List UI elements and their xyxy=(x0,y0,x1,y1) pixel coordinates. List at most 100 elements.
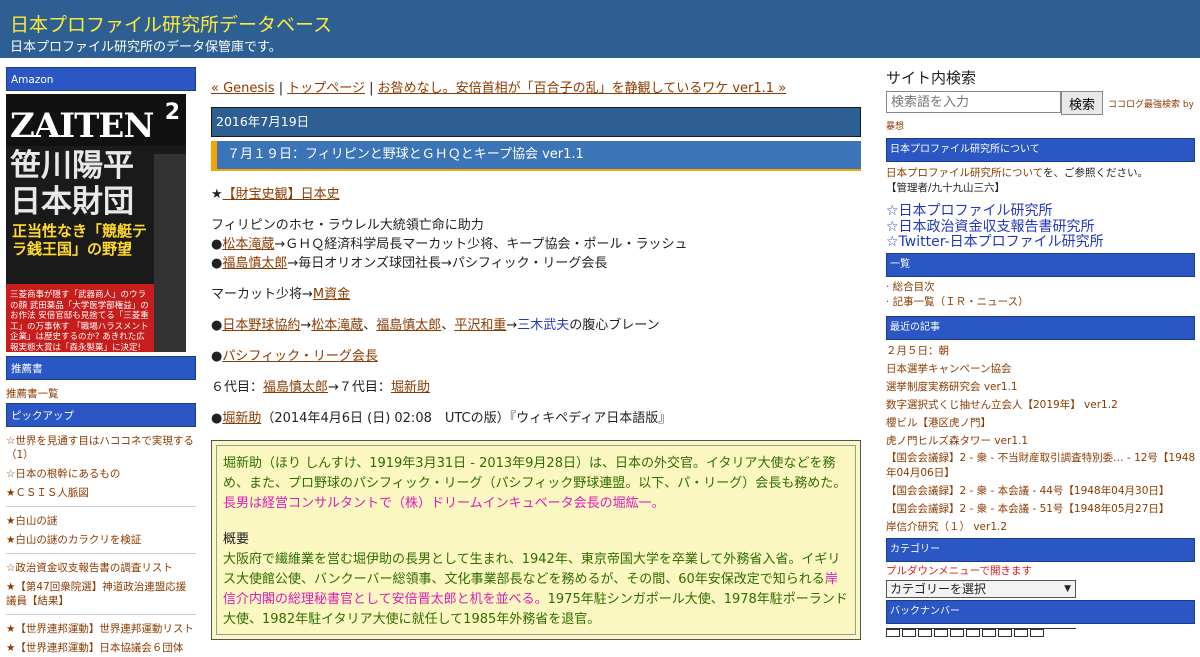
backnumber-heading: バックナンバー xyxy=(886,599,1195,624)
baseball-agreement-link[interactable]: 日本野球協約 xyxy=(222,318,300,333)
post-line: フィリピンのホセ・ラウレル大統領亡命に助力 ● 松本滝蔵→ＧＨＱ経済科学局長マーカ… xyxy=(211,216,861,273)
quote-body: 堀新助（ほり しんすけ、1919年3月31日 - 2013年9月28日）は、日本… xyxy=(216,445,856,635)
post-line: ●日本野球協約→松本滝蔵、福島慎太郎、平沢和重→三木武夫の腹心ブレーン xyxy=(211,316,861,335)
profile-link[interactable]: ☆Twitter-日本プロファイル研究所 xyxy=(886,234,1104,250)
star-mark: ★ xyxy=(211,187,223,202)
pickup-group-1: ☆世界を見通す目はハココネで実現する（1） ☆日本の根幹にあるもの ★ＣＳＩＳ人… xyxy=(6,431,196,502)
post-text: →ＧＨＱ経済科学局長マーカット少将、キープ協会・ポール・ラッシュ xyxy=(274,237,688,252)
post-text: フィリピンのホセ・ラウレル大統領亡命に助力 xyxy=(211,218,484,233)
pickup-item[interactable]: ☆政治資金収支報告書の調査リスト xyxy=(6,558,196,577)
profile-link[interactable]: ☆日本政治資金収支報告書研究所 xyxy=(886,219,1095,235)
search-powered-by[interactable]: ココログ最強検索 by xyxy=(1108,97,1194,110)
pickup-group-4: ★【世界連邦運動】世界連邦運動リスト ★【世界連邦運動】日本協議会６団体 xyxy=(6,619,196,657)
recent-heading: 最近の記事 xyxy=(886,315,1195,340)
profile-link[interactable]: ☆日本プロファイル研究所 xyxy=(886,203,1053,219)
search-input[interactable] xyxy=(886,91,1061,113)
pager-separator: | xyxy=(274,81,288,96)
pickup-item[interactable]: ☆日本の根幹にあるもの xyxy=(6,464,196,483)
category-select-value: カテゴリーを選択 xyxy=(890,581,987,596)
recommend-link[interactable]: 推薦書一覧 xyxy=(6,384,196,403)
recent-item[interactable]: 【国会会議録】2 - 衆 - 本会議 - 51号【1948年05月27日】 xyxy=(886,500,1196,518)
post-line: ★【財宝史観】日本史 xyxy=(211,185,861,204)
site-title[interactable]: 日本プロファイル研究所データベース xyxy=(10,10,332,37)
bullet: ● xyxy=(211,411,223,426)
recent-item[interactable]: 櫻ビル【港区虎ノ門】 xyxy=(886,414,1196,432)
bullet: ● xyxy=(211,318,223,333)
person-link[interactable]: 堀新助 xyxy=(222,411,261,426)
divider xyxy=(6,553,196,554)
ad-issue-number: 2 xyxy=(164,100,180,125)
pickup-item[interactable]: ★【世界連邦運動】世界連邦運動リスト xyxy=(6,619,196,638)
top-page-link[interactable]: トップページ xyxy=(287,81,365,96)
site-description: 日本プロファイル研究所のデータ保管庫です。 xyxy=(10,40,282,55)
site-header: 日本プロファイル研究所データベース 日本プロファイル研究所のデータ保管庫です。 xyxy=(0,0,1200,58)
ad-logo: ZAITEN xyxy=(10,106,154,146)
pickup-heading: ピックアップ xyxy=(6,403,196,427)
post-text: →毎日オリオンズ球団社長→パシフィック・リーグ会長 xyxy=(287,256,608,271)
recent-item[interactable]: 【国会会議録】2 - 衆 - 不当財産取引調査特別委… - 12号【1948年0… xyxy=(886,450,1196,482)
recent-posts: ２月５日：朝 日本選挙キャンペーン協会 選挙制度実務研究会 ver1.1 数字選… xyxy=(886,342,1196,536)
about-rest: を、ご参照ください。 xyxy=(1042,167,1148,179)
comma: 、 xyxy=(441,318,455,333)
pickup-item[interactable]: ★白山の謎のカラクリを検証 xyxy=(6,530,196,549)
index-item[interactable]: · 記事一覧（ＩＲ・ニュース） xyxy=(886,295,1196,310)
person-link[interactable]: 堀新助 xyxy=(391,380,430,395)
ad-small-text: 三菱商事が隠す「武器商人」のウラの顔 武田薬品「大学医学部権益」のお作法 安倍官… xyxy=(10,290,149,352)
league-chair-link[interactable]: パシフィック・リーグ会長 xyxy=(222,349,377,364)
divider xyxy=(6,614,196,615)
post-date: 2016年7月19日 xyxy=(211,107,861,137)
post-text: →７代目： xyxy=(328,380,391,395)
post-line: ●パシフィック・リーグ会長 xyxy=(211,347,861,366)
person-link[interactable]: 松本滝蔵 xyxy=(222,237,274,252)
next-post-link[interactable]: お咎めなし。安倍首相が「百合子の乱」を静観しているワケ ver1.1 » xyxy=(378,81,787,96)
index-list: · 総合目次 · 記事一覧（ＩＲ・ニュース） xyxy=(886,280,1196,310)
post-line: ６代目：福島慎太郎→７代目：堀新助 xyxy=(211,378,861,397)
person-link[interactable]: 福島慎太郎 xyxy=(263,380,328,395)
post-title[interactable]: ７月１９日：フィリピンと野球とＧＨＱとキープ協会 ver1.1 xyxy=(211,141,861,171)
quote-heading: 概要 xyxy=(223,532,250,547)
recent-item[interactable]: 岸信介研究（１） ver1.2 xyxy=(886,518,1196,536)
pickup-item[interactable]: ☆世界を見通す目はハココネで実現する（1） xyxy=(6,431,196,464)
about-link[interactable]: 日本プロファイル研究所について xyxy=(886,167,1043,179)
category-heading: カテゴリー xyxy=(886,537,1195,562)
m-fund-link[interactable]: M資金 xyxy=(313,287,350,302)
post-text-line: ●福島慎太郎→毎日オリオンズ球団社長→パシフィック・リーグ会長 xyxy=(211,254,861,273)
recent-item[interactable]: 【国会会議録】2 - 衆 - 本会議 - 44号【1948年04月30日】 xyxy=(886,482,1196,500)
ad-side-panel xyxy=(154,154,186,352)
person-link[interactable]: 福島慎太郎 xyxy=(222,256,287,271)
post-text: マーカット少将→ xyxy=(211,287,313,302)
bullet: ● xyxy=(211,256,223,271)
index-item[interactable]: · 総合目次 xyxy=(886,280,1196,295)
category-select[interactable]: カテゴリーを選択 ▼ xyxy=(886,579,1076,598)
recent-item[interactable]: 選挙制度実務研究会 ver1.1 xyxy=(886,378,1196,396)
prev-post-link[interactable]: « Genesis xyxy=(211,81,275,96)
arrow: → xyxy=(300,318,312,333)
pickup-item[interactable]: ★【第47回衆院選】神道政治連盟応援議員【結果】 xyxy=(6,577,196,610)
post-text: の腹心ブレーン xyxy=(569,318,660,333)
search-powered-by-name[interactable]: 暴想 xyxy=(886,119,1196,132)
search-title: サイト内検索 xyxy=(886,69,977,87)
backnumber-calendar xyxy=(886,627,1076,637)
pickup-item[interactable]: ★【世界連邦運動】日本協議会６団体 xyxy=(6,638,196,657)
bullet: ● xyxy=(211,349,223,364)
recent-item[interactable]: ２月５日：朝 xyxy=(886,342,1196,360)
post-line: ●堀新助（2014年4月6日 (日) 02:08 UTCの版）『ウィキペディア日… xyxy=(211,409,861,428)
person-link[interactable]: 平沢和重 xyxy=(454,318,506,333)
amazon-ad-image[interactable]: ZAITEN 2 笹川陽平 日本財団 正当性なき「競艇テラ銭王国」の野望 三菱商… xyxy=(6,94,186,352)
recent-item[interactable]: 日本選挙キャンペーン協会 xyxy=(886,360,1196,378)
about-heading: 日本プロファイル研究所について xyxy=(886,138,1195,162)
pickup-item[interactable]: ★ＣＳＩＳ人脈図 xyxy=(6,483,196,502)
post-line: マーカット少将→M資金 xyxy=(211,285,861,304)
person-link[interactable]: 福島慎太郎 xyxy=(376,318,441,333)
divider xyxy=(6,506,196,507)
recent-item[interactable]: 数字選択式くじ抽せん立会人【2019年】 ver1.2 xyxy=(886,396,1196,414)
history-link[interactable]: 【財宝史観】日本史 xyxy=(223,187,340,202)
quote-text: 大阪府で繊維業を営む堀伊助の長男として生まれ、1942年、東京帝国大学を卒業して… xyxy=(223,552,841,587)
search-button[interactable]: 検索 xyxy=(1061,91,1103,115)
person-link[interactable]: 松本滝蔵 xyxy=(311,318,363,333)
recent-item[interactable]: 虎ノ門ヒルズ森タワー ver1.1 xyxy=(886,432,1196,450)
quote-paragraph: 堀新助（ほり しんすけ、1919年3月31日 - 2013年9月28日）は、日本… xyxy=(223,454,849,514)
post-pager: « Genesis | トップページ | お咎めなし。安倍首相が「百合子の乱」を… xyxy=(211,80,861,98)
left-sidebar: Amazon ZAITEN 2 笹川陽平 日本財団 正当性なき「競艇テラ銭王国」… xyxy=(6,67,196,657)
pickup-item[interactable]: ★白山の謎 xyxy=(6,511,196,530)
